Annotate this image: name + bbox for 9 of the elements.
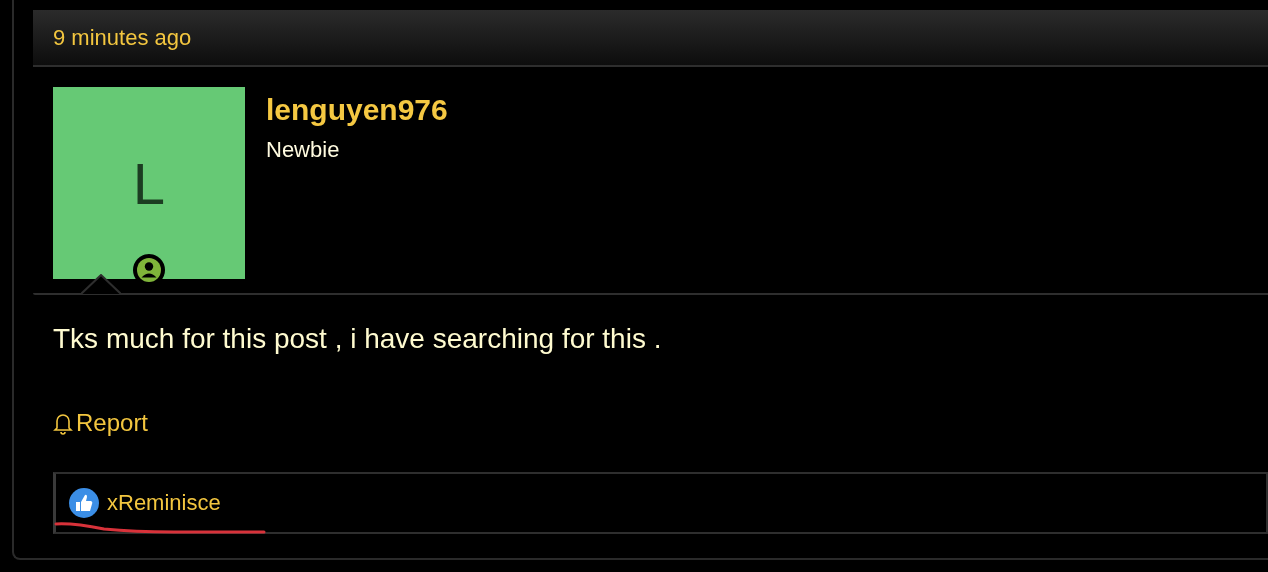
report-link[interactable]: Report — [53, 409, 149, 437]
user-title: Newbie — [266, 137, 341, 163]
avatar-initial: L — [132, 149, 166, 217]
bell-icon — [53, 411, 73, 435]
thumbs-up-icon — [69, 488, 99, 518]
username-link[interactable]: lenguyen976 — [266, 93, 448, 127]
post-message: Tks much for this post , i have searching for this . — [53, 323, 663, 356]
post-time[interactable]: 9 minutes ago — [53, 24, 192, 51]
reaction-user-link[interactable]: xReminisce — [107, 490, 221, 516]
